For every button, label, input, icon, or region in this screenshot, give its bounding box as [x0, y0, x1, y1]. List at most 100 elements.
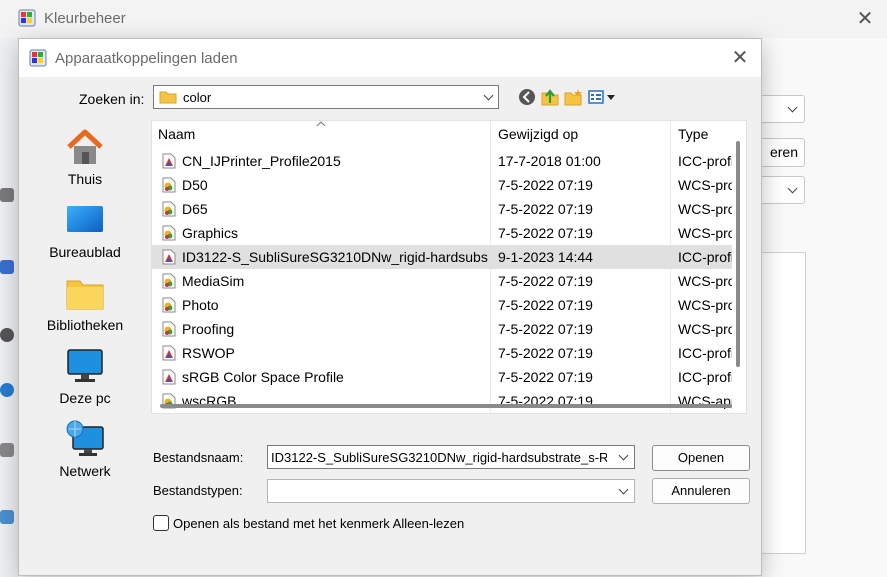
filename-field[interactable]: ID3122-S_SubliSureSG3210DNw_rigid-hardsu… [267, 445, 635, 469]
file-row[interactable]: wscRGB7-5-2022 07:19WCS-apparaatprofiel [152, 389, 732, 413]
file-row[interactable]: Graphics 7-5-2022 07:19 WCS-profiel [152, 221, 732, 245]
file-type: WCS-profiel [678, 201, 732, 217]
folder-icon [159, 91, 177, 104]
bg-dropdown[interactable] [760, 176, 805, 204]
file-type: WCS-profiel [678, 273, 732, 289]
readonly-checkbox-label: Openen als bestand met het kenmerk Allee… [173, 516, 465, 531]
look-in-label: Zoeken in: [79, 91, 145, 107]
file-row[interactable]: sRGB Color Space Profile 7-5-2022 07:19 IC… [152, 365, 732, 389]
file-name: Proofing [182, 321, 235, 337]
file-name: CN_IJPrinter_Profile2015 [182, 153, 341, 169]
column-header-modified[interactable]: Gewijzigd op [498, 126, 578, 142]
wcs-icon [162, 297, 176, 313]
place-desktop[interactable]: Bureaublad [19, 194, 151, 264]
file-name: RSWOP [182, 345, 235, 361]
file-modified: 7-5-2022 07:19 [498, 345, 593, 361]
file-modified: 7-5-2022 07:19 [498, 321, 593, 337]
kleurbeheer-close-icon[interactable]: ✕ [852, 6, 878, 32]
file-type: WCS-profiel [678, 225, 732, 241]
file-row[interactable]: D50 7-5-2022 07:19 WCS-profiel [152, 173, 732, 197]
device-icon [0, 328, 14, 342]
place-label: Deze pc [59, 390, 111, 406]
horizontal-scrollbar[interactable] [160, 404, 732, 408]
place-label: Netwerk [59, 463, 111, 479]
wcs-icon [162, 177, 176, 193]
place-label: Bureaublad [49, 244, 121, 260]
open-dialog: Apparaatkoppelingen laden ✕ Zoeken in: c… [18, 38, 762, 576]
file-type: ICC-profiel [678, 249, 732, 265]
icc-icon [162, 153, 176, 169]
vertical-scrollbar[interactable] [736, 141, 740, 367]
file-modified: 7-5-2022 07:19 [498, 369, 593, 385]
readonly-checkbox[interactable] [153, 515, 169, 531]
up-folder-icon[interactable] [540, 87, 560, 107]
file-row[interactable]: Photo 7-5-2022 07:19 WCS-profiel [152, 293, 732, 317]
open-button[interactable]: Openen [652, 445, 750, 471]
look-in-dropdown[interactable]: color [153, 85, 499, 109]
kleurbeheer-title: Kleurbeheer [44, 10, 126, 27]
wcs-icon [162, 225, 176, 241]
file-type: ICC-profiel [678, 153, 732, 169]
icc-icon [162, 249, 176, 265]
desktop-icon [67, 206, 103, 232]
bg-panel [760, 252, 806, 554]
file-row[interactable]: D65 7-5-2022 07:19 WCS-profiel [152, 197, 732, 221]
file-type: WCS-profiel [678, 177, 732, 193]
kleurbeheer-titlebar: Kleurbeheer ✕ [0, 0, 887, 38]
dialog-title: Apparaatkoppelingen laden [55, 50, 238, 67]
filetype-dropdown[interactable] [267, 479, 635, 503]
device-icon [0, 188, 14, 202]
place-libraries[interactable]: Bibliotheken [19, 267, 151, 337]
sort-ascending-icon [316, 121, 326, 127]
file-type: WCS-profiel [678, 321, 732, 337]
kleurbeheer-left-strip [0, 38, 18, 577]
file-name: Graphics [182, 225, 239, 241]
view-menu-icon[interactable] [587, 87, 617, 107]
cancel-button[interactable]: Annuleren [652, 478, 750, 504]
filetype-label: Bestandstypen: [153, 483, 243, 498]
file-row[interactable]: RSWOP 7-5-2022 07:19 ICC-profiel [152, 341, 732, 365]
file-name: ID3122-S_SubliSureSG3210DNw_rigid-hardsu… [182, 249, 488, 265]
place-this-pc[interactable]: Deze pc [19, 340, 151, 410]
file-list[interactable]: Naam Gewijzigd op Type CN_IJPrinter_Prof… [151, 120, 747, 414]
place-network[interactable]: Netwerk [19, 413, 151, 483]
bg-button[interactable]: eren [760, 138, 805, 167]
color-management-app-icon [29, 49, 47, 67]
dialog-titlebar: Apparaatkoppelingen laden ✕ [19, 39, 761, 77]
column-header-type[interactable]: Type [678, 126, 708, 142]
place-label: Bibliotheken [46, 317, 124, 333]
device-icon [0, 260, 14, 274]
bg-dropdown[interactable] [760, 95, 805, 123]
new-folder-icon[interactable] [563, 87, 583, 107]
file-name: D50 [182, 177, 208, 193]
file-name: D65 [182, 201, 208, 217]
wcs-icon [162, 273, 176, 289]
filename-label: Bestandsnaam: [153, 450, 244, 465]
color-management-app-icon [18, 9, 36, 27]
places-bar: Thuis Bureaublad Bibliotheken Deze pc Ne… [19, 119, 151, 479]
file-row[interactable]: Proofing 7-5-2022 07:19 WCS-profiel [152, 317, 732, 341]
file-modified: 7-5-2022 07:19 [498, 297, 593, 313]
file-name: Photo [182, 297, 219, 313]
file-row[interactable]: MediaSim 7-5-2022 07:19 WCS-profiel [152, 269, 732, 293]
libraries-icon [66, 280, 104, 310]
chevron-down-icon[interactable] [618, 450, 629, 461]
network-icon [66, 420, 104, 456]
device-icon [0, 443, 14, 457]
dialog-close-icon[interactable]: ✕ [727, 45, 753, 71]
wcs-icon [162, 201, 176, 217]
column-header-name[interactable]: Naam [158, 126, 195, 142]
file-modified: 7-5-2022 07:19 [498, 201, 593, 217]
look-in-value: color [183, 90, 212, 105]
file-modified: 17-7-2018 01:00 [498, 153, 601, 169]
file-row[interactable]: CN_IJPrinter_Profile2015 17-7-2018 01:00 I… [152, 149, 732, 173]
place-home[interactable]: Thuis [19, 121, 151, 191]
file-type: ICC-profiel [678, 369, 732, 385]
back-icon[interactable] [517, 87, 537, 107]
file-type: WCS-profiel [678, 297, 732, 313]
file-name: sRGB Color Space Profile [182, 369, 344, 385]
file-row[interactable]: ID3122-S_SubliSureSG3210DNw_rigid-hardsu… [152, 245, 732, 269]
icc-icon [162, 345, 176, 361]
device-icon [0, 510, 14, 524]
file-modified: 9-1-2023 14:44 [498, 249, 593, 265]
